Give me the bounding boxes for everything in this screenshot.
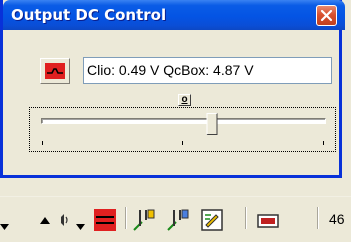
slider-tick-max (323, 141, 324, 145)
arrow-up-icon[interactable] (40, 217, 50, 224)
speaker-icon[interactable] (58, 211, 70, 229)
battery-icon[interactable] (257, 213, 279, 229)
edit-document-icon[interactable] (201, 209, 223, 231)
voltage-display: Clio: 0.49 V QcBox: 4.87 V (83, 57, 332, 84)
toolbar-separator (317, 207, 318, 229)
signal-toggle-button[interactable] (40, 58, 70, 84)
probe-alt-icon[interactable] (166, 208, 192, 232)
signal-icon (45, 63, 65, 79)
arrow-down-icon[interactable] (0, 224, 9, 230)
probe-icon[interactable] (132, 208, 158, 232)
slider-tick-mid (182, 141, 183, 145)
close-icon (320, 9, 333, 22)
output-slider[interactable] (29, 107, 336, 152)
slider-tick-min (42, 141, 43, 145)
title-bar[interactable]: Output DC Control (3, 0, 345, 30)
output-dc-control-window: Output DC Control Clio: 0.49 V QcBox: 4.… (0, 0, 345, 178)
window-title: Output DC Control (11, 6, 167, 24)
red-bars-icon[interactable] (94, 209, 116, 231)
toolbar-separator (125, 207, 126, 229)
slider-track (41, 118, 326, 124)
slider-thumb[interactable] (206, 113, 218, 135)
bottom-toolbar: 46 (0, 196, 351, 242)
toolbar-separator (245, 207, 246, 229)
small-o-button[interactable]: o (178, 94, 191, 106)
dropdown-arrow-icon[interactable] (76, 224, 85, 230)
close-button[interactable] (316, 5, 337, 26)
toolbar-number: 46 (329, 211, 345, 227)
